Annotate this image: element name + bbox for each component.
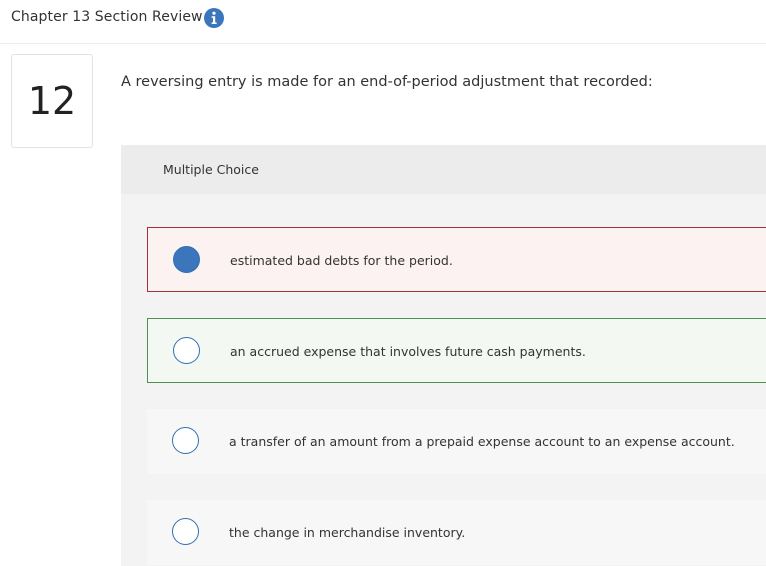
page-title: Chapter 13 Section Review [11,9,203,25]
multiple-choice-label: Multiple Choice [163,162,259,177]
multiple-choice-header: Multiple Choice [121,145,766,194]
choice-option-d[interactable]: the change in merchandise inventory. [147,500,766,565]
multiple-choice-panel: Multiple Choice estimated bad debts for … [121,145,766,566]
choice-text: a transfer of an amount from a prepaid e… [229,434,735,449]
radio-button[interactable] [172,518,199,545]
radio-button[interactable] [172,427,199,454]
radio-button[interactable] [173,337,200,364]
choice-text: an accrued expense that involves future … [230,344,586,359]
page: Chapter 13 Section Review 12 A reversing… [0,0,766,566]
choice-text: the change in merchandise inventory. [229,525,466,540]
question-number: 12 [27,79,77,123]
choice-text: estimated bad debts for the period. [230,253,453,268]
choice-option-c[interactable]: a transfer of an amount from a prepaid e… [147,409,766,474]
question-number-box: 12 [11,54,93,148]
choice-option-b[interactable]: an accrued expense that involves future … [147,318,766,383]
radio-button-selected[interactable] [173,246,200,273]
page-header: Chapter 13 Section Review [0,0,766,44]
question-text: A reversing entry is made for an end-of-… [121,74,653,90]
info-icon[interactable] [204,8,224,28]
choice-option-a[interactable]: estimated bad debts for the period. [147,227,766,292]
